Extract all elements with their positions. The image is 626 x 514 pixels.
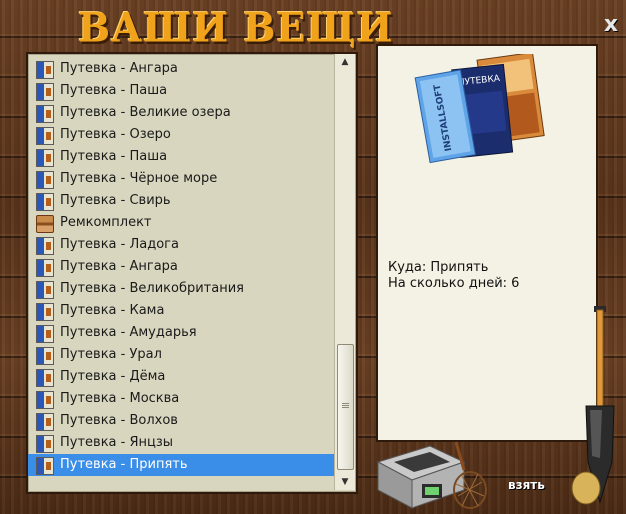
ticket-icon xyxy=(36,193,54,211)
ticket-icon xyxy=(36,237,54,255)
voucher-booklet-image: ПУТЕВКА INSTALLSOFT xyxy=(414,54,545,164)
list-item-label: Путевка - Дёма xyxy=(60,369,166,384)
ticket-icon xyxy=(36,83,54,101)
items-list-panel: Путевка - Ангара Путевка - Паша Путевка - … xyxy=(26,52,358,494)
ticket-icon xyxy=(36,171,54,189)
inventory-window: ВАШИ ВЕЩИ x Путевка - Ангара Путевка - Па… xyxy=(0,0,626,514)
take-button[interactable]: взять xyxy=(508,478,545,492)
list-item-label: Путевка - Свирь xyxy=(60,193,171,208)
list-item-label: Ремкомплект xyxy=(60,215,152,230)
ticket-icon xyxy=(36,281,54,299)
list-item-label: Путевка - Великобритания xyxy=(60,281,244,296)
list-item-label: Путевка - Урал xyxy=(60,347,162,362)
list-item-label: Путевка - Москва xyxy=(60,391,180,406)
ticket-icon xyxy=(36,303,54,321)
ticket-icon xyxy=(36,457,54,475)
list-item-label: Путевка - Волхов xyxy=(60,413,178,428)
repair-kit-icon xyxy=(36,215,54,233)
ticket-icon xyxy=(36,61,54,79)
list-item-label: Путевка - Припять xyxy=(60,457,188,472)
items-scrollbar[interactable]: ▲ ▼ xyxy=(334,54,355,490)
scroll-up-arrow-icon[interactable]: ▲ xyxy=(335,54,355,70)
grip-icon xyxy=(342,403,349,409)
ticket-icon xyxy=(36,259,54,277)
list-item[interactable]: Путевка - Ангара xyxy=(28,58,334,80)
ticket-icon xyxy=(36,347,54,365)
list-item[interactable]: Путевка - Великобритания xyxy=(28,278,334,300)
list-item-label: Путевка - Паша xyxy=(60,83,168,98)
list-item[interactable]: Путевка - Ангара xyxy=(28,256,334,278)
list-item-label: Путевка - Ангара xyxy=(60,259,178,274)
days-label: На сколько дней: 6 xyxy=(388,276,520,291)
close-button[interactable]: x xyxy=(601,14,621,36)
list-item-label: Путевка - Ангара xyxy=(60,61,178,76)
ticket-icon xyxy=(36,149,54,167)
shovel-icon xyxy=(571,306,615,505)
ticket-icon xyxy=(36,435,54,453)
ticket-icon xyxy=(36,369,54,387)
list-item-label: Путевка - Озеро xyxy=(60,127,171,142)
ticket-icon xyxy=(36,413,54,431)
list-item[interactable]: Путевка - Паша xyxy=(28,146,334,168)
item-details-text: Куда: Припять На сколько дней: 6 xyxy=(388,260,519,292)
list-item-label: Путевка - Ладога xyxy=(60,237,179,252)
list-item[interactable]: Путевка - Ладога xyxy=(28,234,334,256)
list-item[interactable]: Путевка - Кама xyxy=(28,300,334,322)
landing-net-icon xyxy=(453,441,487,509)
window-title: ВАШИ ВЕЩИ xyxy=(78,3,394,52)
list-item[interactable]: Путевка - Озеро xyxy=(28,124,334,146)
destination-label: Куда: Припять xyxy=(388,260,489,275)
list-item[interactable]: Путевка - Свирь xyxy=(28,190,334,212)
ticket-icon xyxy=(36,127,54,145)
ticket-icon xyxy=(36,105,54,123)
list-item[interactable]: Путевка - Волхов xyxy=(28,410,334,432)
scroll-down-arrow-icon[interactable]: ▼ xyxy=(335,474,355,490)
list-item-label: Путевка - Чёрное море xyxy=(60,171,218,186)
items-list: Путевка - Ангара Путевка - Паша Путевка - … xyxy=(28,58,334,476)
ticket-icon xyxy=(36,391,54,409)
list-item-selected[interactable]: Путевка - Припять xyxy=(28,454,334,476)
ticket-icon xyxy=(36,325,54,343)
list-item-label: Путевка - Янцзы xyxy=(60,435,174,450)
list-item-label: Путевка - Великие озера xyxy=(60,105,231,120)
list-item-label: Путевка - Амударья xyxy=(60,325,197,340)
list-item-label: Путевка - Кама xyxy=(60,303,165,318)
list-item[interactable]: Путевка - Дёма xyxy=(28,366,334,388)
list-item[interactable]: Путевка - Великие озера xyxy=(28,102,334,124)
scroll-thumb[interactable] xyxy=(337,344,354,470)
list-item[interactable]: Ремкомплект xyxy=(28,212,334,234)
list-item[interactable]: Путевка - Янцзы xyxy=(28,432,334,454)
list-item[interactable]: Путевка - Чёрное море xyxy=(28,168,334,190)
list-item[interactable]: Путевка - Москва xyxy=(28,388,334,410)
list-item[interactable]: Путевка - Урал xyxy=(28,344,334,366)
list-item[interactable]: Путевка - Амударья xyxy=(28,322,334,344)
list-item-label: Путевка - Паша xyxy=(60,149,168,164)
list-item[interactable]: Путевка - Паша xyxy=(28,80,334,102)
